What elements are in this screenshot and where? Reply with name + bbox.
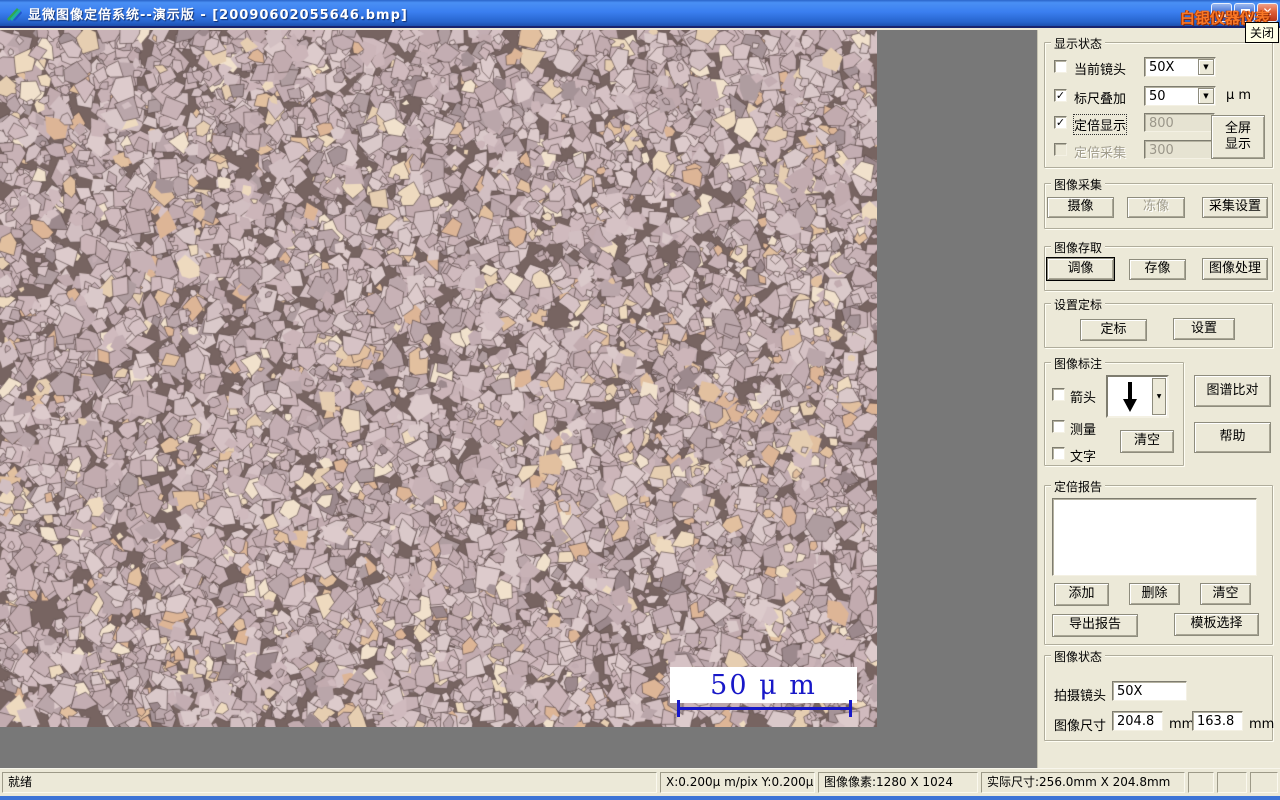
micrograph-image[interactable] [0, 30, 877, 727]
calibration-settings-button[interactable]: 设置 [1173, 318, 1235, 340]
chevron-down-icon[interactable]: ▼ [1152, 378, 1166, 415]
scalebar-tick-right [849, 700, 852, 717]
label-ruler-unit: μ m [1226, 88, 1252, 103]
status-xy-resolution: X:0.200μ m/pix Y:0.200μ m/pix [660, 772, 815, 793]
status-ready: 就绪 [2, 772, 657, 793]
chevron-down-icon[interactable]: ▼ [1198, 59, 1214, 75]
checkbox-fixed-capture [1054, 143, 1067, 156]
field-shooting-lens[interactable]: 50X [1112, 681, 1187, 701]
field-fixed-capture: 300 [1144, 140, 1215, 159]
checkbox-current-lens[interactable] [1054, 60, 1067, 73]
window-title: 显微图像定倍系统--演示版 - [20090602055646.bmp] [28, 7, 408, 23]
storage-process-button[interactable]: 图像处理 [1202, 258, 1268, 280]
control-panel: 显示状态 当前镜头 50X ▼ ✓ 标尺叠加 50 ▼ μ m ✓ 定倍显示 8… [1037, 30, 1280, 768]
chevron-down-icon[interactable]: ▼ [1198, 88, 1214, 104]
window-bottom-border [0, 796, 1280, 800]
close-tooltip: 关闭 [1244, 22, 1279, 43]
label-measure: 测量 [1070, 423, 1097, 438]
dropdown-ruler-value[interactable]: 50 ▼ [1144, 86, 1216, 106]
group-calibration-title: 设置定标 [1051, 296, 1106, 313]
group-annotation-title: 图像标注 [1051, 355, 1106, 372]
group-image-status-title: 图像状态 [1051, 648, 1106, 665]
status-pane-empty-3 [1250, 772, 1278, 793]
checkbox-text[interactable] [1052, 447, 1065, 460]
field-image-height[interactable]: 163.8 [1192, 711, 1243, 731]
report-listbox[interactable] [1052, 498, 1257, 576]
group-display-status-title: 显示状态 [1051, 35, 1106, 52]
help-button[interactable]: 帮助 [1194, 422, 1271, 453]
status-image-pixels: 图像像素:1280 X 1024 [818, 772, 978, 793]
scalebar-label-box: 50 μ m [670, 667, 857, 703]
down-arrow-icon [1108, 377, 1151, 416]
group-report-title: 定倍报告 [1051, 478, 1106, 495]
checkbox-fixed-display[interactable]: ✓ [1054, 116, 1067, 129]
titlebar[interactable]: 显微图像定倍系统--演示版 - [20090602055646.bmp] ✕ [0, 0, 1280, 28]
label-ruler-overlay: 标尺叠加 [1074, 92, 1127, 107]
label-unit-mm-2: mm [1249, 717, 1275, 732]
label-fixed-display: 定倍显示 [1072, 114, 1128, 135]
status-pane-empty-1 [1188, 772, 1214, 793]
group-storage-title: 图像存取 [1051, 239, 1106, 256]
scalebar-label: 50 μ m [710, 669, 817, 701]
group-calibration: 设置 定标 [1044, 296, 1273, 348]
atlas-compare-button[interactable]: 图谱比对 [1194, 375, 1271, 407]
checkbox-arrow[interactable] [1052, 388, 1065, 401]
report-clear-button[interactable]: 清空 [1200, 583, 1251, 605]
label-current-lens: 当前镜头 [1074, 63, 1127, 78]
annotation-clear-button[interactable]: 清空 [1120, 430, 1174, 453]
report-add-button[interactable]: 添加 [1054, 583, 1109, 606]
report-export-button[interactable]: 导出报告 [1052, 614, 1138, 637]
fullscreen-button[interactable]: 全屏 显示 [1211, 115, 1265, 159]
label-arrow: 箭头 [1070, 391, 1097, 406]
group-capture-title: 图像采集 [1051, 176, 1106, 193]
app-icon [7, 8, 22, 21]
report-delete-button[interactable]: 删除 [1129, 583, 1180, 605]
field-fixed-display: 800 [1144, 113, 1215, 132]
label-shooting-lens: 拍摄镜头 [1054, 689, 1107, 704]
capture-settings-button[interactable]: 采集设置 [1202, 197, 1268, 218]
label-text: 文字 [1070, 450, 1097, 465]
capture-freeze-button: 冻像 [1127, 197, 1185, 218]
capture-shoot-button[interactable]: 摄像 [1047, 197, 1114, 218]
dropdown-current-lens[interactable]: 50X ▼ [1144, 57, 1216, 77]
label-image-size: 图像尺寸 [1054, 719, 1107, 734]
image-client-area: 50 μ m [0, 30, 1037, 768]
label-unit-mm-1: mm [1169, 717, 1195, 732]
status-actual-size: 实际尺寸:256.0mm X 204.8mm [981, 772, 1185, 793]
checkbox-ruler-overlay[interactable]: ✓ [1054, 89, 1067, 102]
report-template-button[interactable]: 模板选择 [1174, 613, 1259, 636]
checkbox-measure[interactable] [1052, 420, 1065, 433]
arrow-style-combo[interactable]: ▼ [1106, 375, 1169, 418]
status-pane-empty-2 [1217, 772, 1247, 793]
calibrate-button[interactable]: 定标 [1080, 319, 1147, 341]
scalebar-line [678, 707, 851, 710]
storage-save-button[interactable]: 存像 [1129, 259, 1186, 280]
storage-load-button[interactable]: 调像 [1047, 258, 1114, 280]
label-fixed-capture: 定倍采集 [1074, 146, 1127, 161]
field-image-width[interactable]: 204.8 [1112, 711, 1163, 731]
scalebar-tick-left [677, 700, 680, 717]
status-bar: 就绪 X:0.200μ m/pix Y:0.200μ m/pix 图像像素:12… [0, 768, 1280, 796]
